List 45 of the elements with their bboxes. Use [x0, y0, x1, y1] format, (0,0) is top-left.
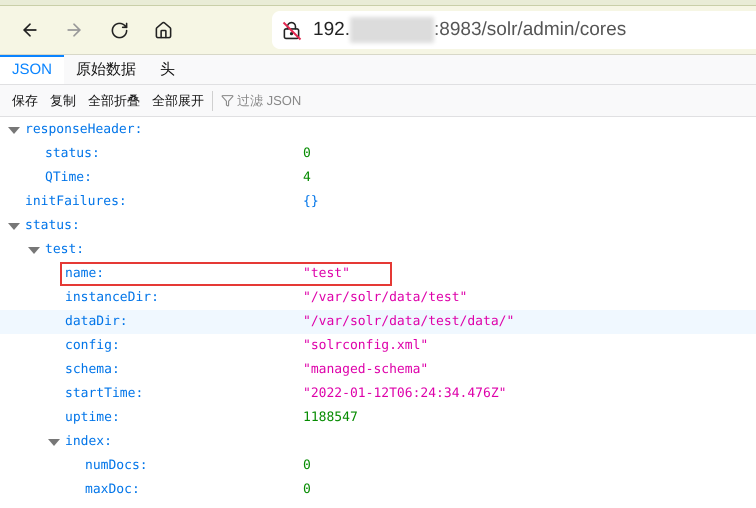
toolbar-button[interactable]: 复制 [44, 90, 82, 110]
json-key: maxDoc: [85, 480, 140, 500]
json-value: "managed-schema" [303, 361, 428, 380]
insecure-lock-icon [282, 20, 301, 40]
json-key: QTime: [45, 168, 92, 188]
toolbar-button[interactable]: 全部展开 [146, 90, 210, 110]
url-text: 192. [313, 18, 350, 42]
json-value: "2022-01-12T06:24:34.476Z" [303, 385, 506, 404]
json-key: status: [45, 144, 100, 164]
address-bar[interactable]: 192. :8983/solr/admin/cores [272, 11, 756, 49]
json-value: 1188547 [303, 409, 358, 428]
json-key: dataDir: [65, 312, 128, 332]
expand-toggle-icon[interactable] [8, 126, 20, 134]
filter-field[interactable]: 过滤 JSON [237, 90, 357, 110]
json-key: schema: [65, 360, 120, 380]
json-key: index: [65, 432, 112, 452]
json-key: name: [65, 264, 104, 284]
json-value: 0 [303, 481, 311, 500]
tab[interactable]: JSON [0, 55, 64, 84]
toolbar-button[interactable]: 保存 [6, 90, 44, 110]
tab[interactable]: 原始数据 [64, 55, 148, 84]
json-key: uptime: [65, 408, 120, 428]
json-value: "/var/solr/data/test/data/" [303, 313, 514, 332]
json-key: status: [25, 216, 80, 236]
expand-toggle-icon[interactable] [28, 246, 40, 254]
json-value: "/var/solr/data/test" [303, 289, 468, 308]
json-key: numDocs: [85, 456, 148, 476]
json-value: 0 [303, 145, 311, 164]
json-key: config: [65, 336, 120, 356]
json-key: responseHeader: [25, 120, 142, 140]
url-text: :8983/solr/admin/cores [434, 18, 626, 42]
expand-toggle-icon[interactable] [48, 438, 60, 446]
json-value: "test" [303, 265, 350, 284]
json-key: startTime: [65, 384, 144, 404]
json-key: initFailures: [25, 192, 127, 212]
json-value: "solrconfig.xml" [303, 337, 428, 356]
json-key: test: [45, 240, 84, 260]
toolbar-button[interactable]: 全部折叠 [82, 90, 146, 110]
expand-toggle-icon[interactable] [8, 222, 20, 230]
json-value: 4 [303, 169, 311, 188]
json-value: {} [303, 193, 319, 212]
tab[interactable]: 头 [148, 55, 188, 84]
json-key: instanceDir: [65, 288, 159, 308]
json-value: 0 [303, 457, 311, 476]
filter-icon [221, 94, 234, 107]
